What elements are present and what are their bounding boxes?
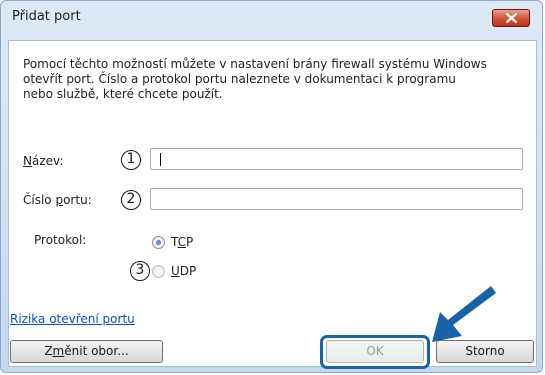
- protocol-label: Protokol:: [34, 233, 87, 247]
- close-button[interactable]: [492, 9, 530, 27]
- description-text: Pomocí těchto možností můžete v nastaven…: [23, 57, 487, 101]
- change-scope-button[interactable]: Změnit obor...: [10, 340, 163, 363]
- callout-3: 3: [130, 261, 150, 281]
- udp-radio-label[interactable]: UDP: [171, 264, 196, 278]
- tcp-radio[interactable]: [152, 236, 165, 249]
- pointer-arrow-icon: [432, 286, 496, 342]
- window-title: Přidat port: [12, 9, 81, 24]
- text-caret: [160, 153, 161, 166]
- name-label: Název:: [23, 154, 64, 168]
- udp-radio[interactable]: [152, 265, 165, 278]
- ok-button[interactable]: OK: [326, 340, 424, 363]
- close-icon: [506, 13, 517, 23]
- callout-1: 1: [121, 150, 141, 170]
- callout-2: 2: [121, 190, 141, 210]
- title-bar[interactable]: Přidat port: [0, 0, 545, 34]
- name-input[interactable]: [150, 148, 523, 170]
- tcp-radio-label[interactable]: TCP: [171, 235, 193, 249]
- port-risks-link[interactable]: Rizika otevření portu: [10, 312, 135, 326]
- port-label: Číslo portu:: [23, 193, 92, 207]
- port-number-input[interactable]: [150, 188, 523, 210]
